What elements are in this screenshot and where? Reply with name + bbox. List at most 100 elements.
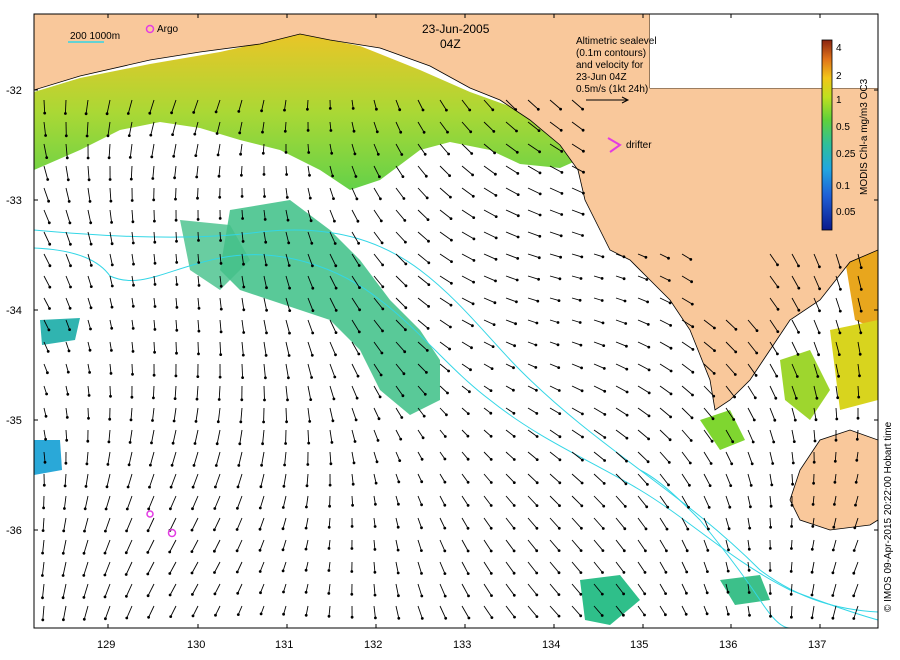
velocity-arrow-head xyxy=(258,570,262,573)
velocity-arrow-head xyxy=(281,548,285,552)
velocity-arrow-head xyxy=(776,307,780,311)
velocity-arrow-head xyxy=(358,286,361,289)
velocity-arrow-head xyxy=(853,526,857,530)
velocity-arrow-head xyxy=(420,480,424,484)
velocity-arrow-head xyxy=(46,371,49,375)
colorbar xyxy=(821,39,833,231)
velocity-arrow-head xyxy=(304,547,308,551)
velocity-arrow-head xyxy=(153,305,157,308)
velocity-arrow-head xyxy=(538,150,541,154)
velocity-arrow-head xyxy=(489,504,493,507)
velocity-arrow-head xyxy=(669,392,673,396)
velocity-arrow-head xyxy=(190,528,194,532)
velocity-arrow-head xyxy=(105,112,109,116)
velocity-arrow-head xyxy=(558,412,562,415)
velocity-arrow-head xyxy=(646,323,650,326)
velocity-arrow-head xyxy=(242,262,245,266)
velocity-arrow-head xyxy=(420,617,424,620)
velocity-legend-line-3: and velocity for xyxy=(576,60,644,71)
velocity-arrow-head xyxy=(797,264,800,268)
velocity-arrow-head xyxy=(581,107,584,111)
velocity-arrow-head xyxy=(169,507,172,511)
velocity-arrow-head xyxy=(306,129,310,132)
velocity-arrow-head xyxy=(130,199,134,202)
velocity-arrow xyxy=(131,363,133,375)
velocity-arrow-head xyxy=(690,416,694,420)
velocity-arrow-head xyxy=(810,593,814,597)
velocity-arrow-head xyxy=(515,129,518,133)
velocity-arrow-head xyxy=(105,485,109,489)
velocity-arrow-head xyxy=(535,388,538,392)
velocity-arrow-head xyxy=(579,277,583,280)
velocity-arrow-head xyxy=(466,526,470,530)
velocity-arrow-head xyxy=(311,264,314,268)
velocity-arrow-head xyxy=(791,482,794,486)
lon-tick-label: 132 xyxy=(364,639,382,651)
velocity-arrow-head xyxy=(472,237,476,241)
velocity-arrow-head xyxy=(466,434,470,438)
velocity-arrow-head xyxy=(469,130,473,134)
velocity-arrow-head xyxy=(213,571,216,574)
velocity-arrow-head xyxy=(776,352,779,356)
velocity-arrow xyxy=(153,341,156,353)
velocity-arrow-head xyxy=(69,285,72,289)
velocity-arrow-head xyxy=(789,570,793,573)
velocity-arrow-head xyxy=(236,506,239,510)
velocity-arrow-head xyxy=(42,506,45,510)
velocity-arrow-head xyxy=(174,374,178,378)
velocity-arrow-head xyxy=(375,107,378,111)
velocity-arrow-head xyxy=(816,375,820,378)
velocity-arrow-head xyxy=(151,177,155,180)
velocity-arrow-head xyxy=(579,592,583,596)
velocity-arrow-head xyxy=(104,507,108,511)
velocity-legend-line-1: Altimetric sealevel xyxy=(576,36,657,47)
velocity-arrow-head xyxy=(817,353,820,357)
velocity-arrow-head xyxy=(512,481,516,484)
velocity-arrow-head xyxy=(423,392,427,396)
velocity-arrow-head xyxy=(381,329,384,333)
velocity-arrow-head xyxy=(685,549,689,553)
velocity-arrow-head xyxy=(103,595,107,599)
velocity-arrow-head xyxy=(647,368,651,372)
velocity-arrow-head xyxy=(557,389,561,392)
velocity-arrow-head xyxy=(535,458,539,461)
velocity-arrow-head xyxy=(350,615,354,619)
velocity-arrow-head xyxy=(797,308,801,312)
velocity-arrow-head xyxy=(559,234,563,238)
velocity-arrow-head xyxy=(357,264,361,267)
velocity-arrow-head xyxy=(707,506,711,509)
velocity-arrow-head xyxy=(331,419,335,423)
velocity-arrow-head xyxy=(171,133,175,137)
velocity-arrow-head xyxy=(307,151,311,154)
velocity-arrow xyxy=(263,385,265,401)
velocity-arrow-head xyxy=(600,299,604,302)
velocity-arrow xyxy=(64,99,67,114)
chlorophyll-patch-west-blue xyxy=(34,440,62,475)
velocity-arrow-head xyxy=(491,108,495,112)
velocity-arrow-head xyxy=(218,375,222,379)
velocity-arrow-head xyxy=(468,108,472,112)
velocity-arrow-head xyxy=(712,394,716,398)
velocity-arrow-head xyxy=(69,242,72,246)
velocity-arrow-head xyxy=(644,527,648,531)
velocity-arrow-head xyxy=(87,394,91,397)
velocity-arrow-head xyxy=(535,412,539,415)
colorbar-tick: 0.25 xyxy=(836,149,856,160)
velocity-arrow-head xyxy=(447,152,450,156)
velocity-arrow-head xyxy=(396,548,400,552)
velocity-arrow-head xyxy=(374,502,377,506)
velocity-arrow-head xyxy=(132,283,135,287)
velocity-arrow-head xyxy=(153,350,157,354)
velocity-arrow-head xyxy=(420,594,424,598)
lon-tick-label: 130 xyxy=(187,639,205,651)
velocity-arrow-head xyxy=(373,570,377,574)
velocity-arrow-head xyxy=(152,373,156,377)
velocity-arrow-head xyxy=(833,503,836,506)
velocity-arrow-head xyxy=(557,571,561,575)
velocity-arrow-head xyxy=(400,153,404,156)
velocity-arrow-head xyxy=(689,439,693,442)
colorbar-tick: 4 xyxy=(836,43,842,54)
velocity-arrow-head xyxy=(581,435,584,439)
velocity-arrow-head xyxy=(603,413,607,416)
velocity-arrow-head xyxy=(490,594,493,597)
